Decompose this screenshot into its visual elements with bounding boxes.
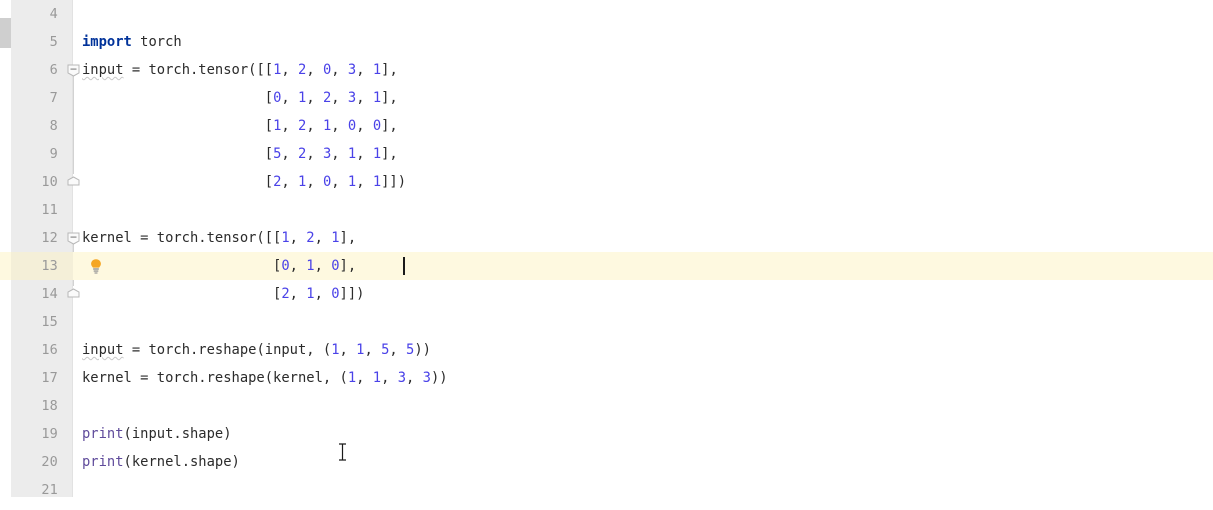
fold-minus-icon[interactable]: [67, 232, 80, 245]
editor-line[interactable]: 15: [0, 308, 1213, 336]
line-content[interactable]: [5, 2, 3, 1, 1],: [82, 140, 398, 168]
line-number: 17: [41, 370, 58, 386]
line-number: 8: [49, 118, 58, 134]
line-content[interactable]: print(kernel.shape): [82, 448, 240, 476]
editor-line-active[interactable]: 13 [0, 1, 0],: [0, 252, 1213, 280]
editor-line[interactable]: 12 kernel = torch.tensor([[1, 2, 1],: [0, 224, 1213, 252]
keyword-import: import: [82, 34, 132, 50]
line-number: 18: [41, 398, 58, 414]
line-content[interactable]: [0, 1, 2, 3, 1],: [82, 84, 398, 112]
text-ibeam-cursor: [337, 443, 348, 461]
editor-line[interactable]: 19 print(input.shape): [0, 420, 1213, 448]
line-content[interactable]: kernel = torch.tensor([[1, 2, 1],: [82, 224, 356, 252]
line-number: 21: [41, 482, 58, 498]
editor-line[interactable]: 7 [0, 1, 2, 3, 1],: [0, 84, 1213, 112]
fold-end-icon[interactable]: [67, 176, 80, 189]
line-content[interactable]: [1, 2, 1, 0, 0],: [82, 112, 398, 140]
editor-line[interactable]: 21: [0, 476, 1213, 504]
line-number: 13: [41, 258, 58, 274]
line-number: 9: [49, 146, 58, 162]
line-number: 5: [49, 34, 58, 50]
line-number: 6: [49, 62, 58, 78]
shadowed-builtin-input: input: [82, 342, 124, 358]
line-content[interactable]: input = torch.reshape(input, (1, 1, 5, 5…: [82, 336, 431, 364]
editor-line[interactable]: 20 print(kernel.shape): [0, 448, 1213, 476]
line-number: 19: [41, 426, 58, 442]
editor-line[interactable]: 8 [1, 2, 1, 0, 0],: [0, 112, 1213, 140]
code-editor[interactable]: 4 5 import torch 6 input = torch.tensor(…: [0, 0, 1213, 510]
line-number: 4: [49, 6, 58, 22]
editor-line[interactable]: 9 [5, 2, 3, 1, 1],: [0, 140, 1213, 168]
line-number: 7: [49, 90, 58, 106]
fold-minus-icon[interactable]: [67, 64, 80, 77]
line-content[interactable]: [2, 1, 0, 1, 1]]): [82, 168, 406, 196]
builtin-print: print: [82, 454, 124, 470]
line-number: 10: [41, 174, 58, 190]
shadowed-builtin-input: input: [82, 62, 124, 78]
line-number: 14: [41, 286, 58, 302]
editor-line[interactable]: 11: [0, 196, 1213, 224]
line-number: 11: [41, 202, 58, 218]
editor-line[interactable]: 10 [2, 1, 0, 1, 1]]): [0, 168, 1213, 196]
editor-line[interactable]: 17 kernel = torch.reshape(kernel, (1, 1,…: [0, 364, 1213, 392]
line-content[interactable]: input = torch.tensor([[1, 2, 0, 3, 1],: [82, 56, 398, 84]
line-number: 15: [41, 314, 58, 330]
editor-line[interactable]: 14 [2, 1, 0]]): [0, 280, 1213, 308]
text-caret: [403, 257, 405, 275]
editor-line[interactable]: 6 input = torch.tensor([[1, 2, 0, 3, 1],: [0, 56, 1213, 84]
editor-line[interactable]: 5 import torch: [0, 28, 1213, 56]
editor-line[interactable]: 18: [0, 392, 1213, 420]
fold-end-icon[interactable]: [67, 288, 80, 301]
line-number: 20: [41, 454, 58, 470]
line-content[interactable]: print(input.shape): [82, 420, 232, 448]
line-number: 16: [41, 342, 58, 358]
line-content[interactable]: import torch: [82, 28, 182, 56]
module-name: torch: [131, 34, 182, 50]
line-content[interactable]: kernel = torch.reshape(kernel, (1, 1, 3,…: [82, 364, 448, 392]
line-content[interactable]: [0, 1, 0],: [82, 252, 356, 280]
builtin-print: print: [82, 426, 124, 442]
line-content[interactable]: [2, 1, 0]]): [82, 280, 364, 308]
editor-line[interactable]: 4: [0, 0, 1213, 28]
line-number: 12: [41, 230, 58, 246]
editor-line[interactable]: 16 input = torch.reshape(input, (1, 1, 5…: [0, 336, 1213, 364]
